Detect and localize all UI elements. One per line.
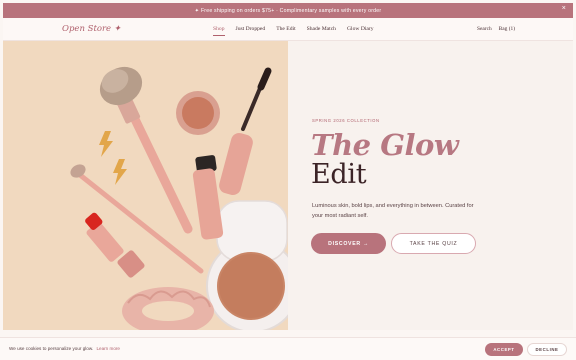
cookie-banner: We use cookies to personalize your glow.… bbox=[0, 337, 576, 360]
decline-cookies-button[interactable]: DECLINE bbox=[527, 343, 567, 356]
hero-image bbox=[3, 41, 288, 330]
take-quiz-button[interactable]: TAKE THE QUIZ bbox=[391, 233, 476, 254]
nav-links: Shop Just Dropped The Edit Shade Match G… bbox=[213, 26, 374, 36]
cookie-text: We use cookies to personalize your glow. bbox=[9, 346, 94, 351]
main-nav: Open Store ✦ Shop Just Dropped The Edit … bbox=[3, 18, 573, 41]
nav-link-shop[interactable]: Shop bbox=[213, 26, 225, 36]
hero-panel: SPRING 2026 COLLECTION The Glow Edit Lum… bbox=[288, 41, 573, 330]
makeup-flatlay-illustration bbox=[70, 66, 288, 330]
hero-title-line1: The Glow bbox=[311, 128, 459, 162]
nav-link-just-dropped[interactable]: Just Dropped bbox=[236, 26, 266, 32]
discover-button[interactable]: DISCOVER → bbox=[311, 233, 386, 254]
nav-utilities: Search Bag (1) bbox=[477, 26, 515, 32]
collection-eyebrow: SPRING 2026 COLLECTION bbox=[312, 118, 380, 123]
cookie-message: We use cookies to personalize your glow.… bbox=[9, 346, 120, 351]
nav-link-shade-match[interactable]: Shade Match bbox=[307, 26, 336, 32]
close-icon[interactable]: × bbox=[562, 5, 566, 12]
promo-bar: ✦ Free shipping on orders $75+ · Complim… bbox=[3, 3, 573, 18]
hero-title-line2: Edit bbox=[311, 159, 367, 190]
bag-link[interactable]: Bag (1) bbox=[499, 26, 515, 32]
nav-link-glow-diary[interactable]: Glow Diary bbox=[347, 26, 374, 32]
promo-text: ✦ Free shipping on orders $75+ · Complim… bbox=[194, 7, 382, 14]
hero-description: Luminous skin, bold lips, and everything… bbox=[312, 203, 474, 219]
learn-more-link[interactable]: Learn more bbox=[96, 346, 120, 351]
accept-cookies-button[interactable]: ACCEPT bbox=[485, 343, 523, 356]
store-logo[interactable]: Open Store ✦ bbox=[62, 24, 121, 34]
search-link[interactable]: Search bbox=[477, 26, 492, 32]
nav-link-the-edit[interactable]: The Edit bbox=[276, 26, 295, 32]
